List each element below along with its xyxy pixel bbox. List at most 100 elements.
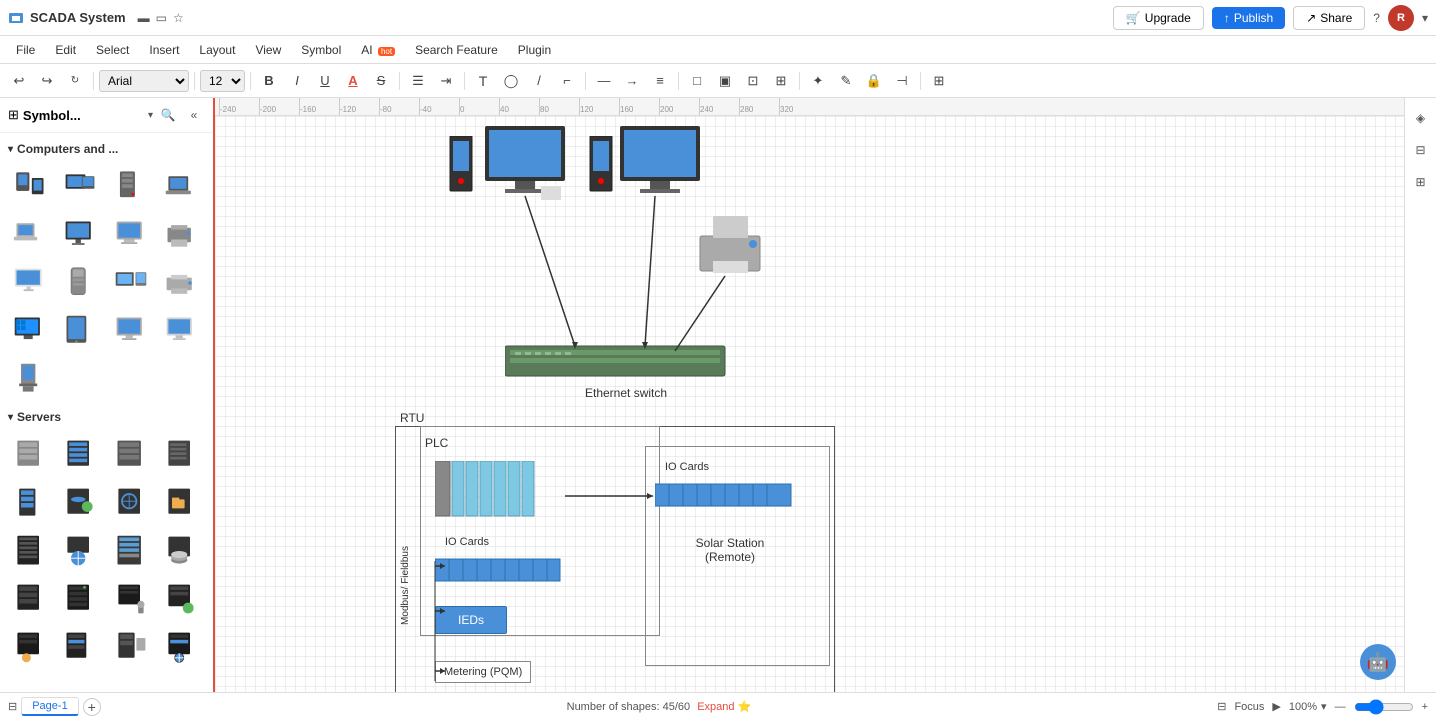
symbol-server5[interactable]	[8, 481, 52, 525]
sidebar-search-button[interactable]: 🔍	[157, 104, 179, 126]
zoom-in-button[interactable]: +	[1422, 701, 1428, 713]
line-style-button[interactable]: —	[591, 68, 617, 94]
zoom-out-button[interactable]: —	[1335, 701, 1346, 713]
right-components-button[interactable]: ⊞	[1409, 170, 1433, 194]
symbol-imac[interactable]	[8, 261, 52, 305]
sidebar-close-button[interactable]: «	[183, 104, 205, 126]
symbol-mac-pro[interactable]	[58, 261, 102, 305]
section-servers[interactable]: ▾ Servers	[0, 405, 213, 429]
symbol-monitor2[interactable]	[109, 309, 153, 353]
avatar[interactable]: R	[1388, 5, 1414, 31]
symbol-server3[interactable]	[109, 433, 153, 477]
pen-button[interactable]: /	[526, 68, 552, 94]
symbol-server-tower[interactable]	[109, 165, 153, 209]
symbol-server-dark4[interactable]	[159, 577, 203, 621]
italic-button[interactable]: I	[284, 68, 310, 94]
publish-button[interactable]: ↑ Publish	[1212, 7, 1285, 29]
indent-button[interactable]: ⇥	[433, 68, 459, 94]
eraser-button[interactable]: ◯	[498, 68, 524, 94]
menu-plugin[interactable]: Plugin	[510, 40, 559, 60]
pin-icon[interactable]: ☆	[173, 11, 184, 25]
redo-button[interactable]: ↪	[34, 68, 60, 94]
symbol-server-orange[interactable]	[8, 625, 52, 669]
symbol-server-db[interactable]	[58, 481, 102, 525]
symbol-server-db2[interactable]	[159, 529, 203, 573]
share-button[interactable]: ↗ Share	[1293, 6, 1365, 30]
menu-view[interactable]: View	[247, 40, 289, 60]
symbol-imac2[interactable]	[159, 309, 203, 353]
zoom-slider[interactable]	[1354, 699, 1414, 715]
symbol-server4[interactable]	[159, 433, 203, 477]
symbol-server-dark1[interactable]	[8, 577, 52, 621]
menu-layout[interactable]: Layout	[191, 40, 243, 60]
symbol-monitor[interactable]	[58, 213, 102, 257]
expand-link[interactable]: Expand	[697, 701, 734, 713]
redo2-button[interactable]: ↻	[62, 68, 88, 94]
symbol-server-web[interactable]	[109, 481, 153, 525]
edit-shape-button[interactable]: ✎	[833, 68, 859, 94]
minimize-icon[interactable]: ▬	[138, 11, 150, 25]
menu-select[interactable]: Select	[88, 40, 137, 60]
symbol-laptop2[interactable]	[8, 213, 52, 257]
maximize-icon[interactable]: ▭	[156, 11, 167, 25]
line-width-button[interactable]: ≡	[647, 68, 673, 94]
symbol-server-mixed[interactable]	[58, 625, 102, 669]
font-color-button[interactable]: A	[340, 68, 366, 94]
sparkle-button[interactable]: ✦	[805, 68, 831, 94]
focus-button[interactable]: Focus	[1234, 701, 1264, 713]
upgrade-button[interactable]: 🛒 Upgrade	[1113, 6, 1204, 30]
toggle-panel-button[interactable]: ⊟	[8, 700, 17, 713]
symbol-printer[interactable]	[159, 213, 203, 257]
menu-ai[interactable]: AI hot	[353, 40, 403, 60]
menu-symbol[interactable]: Symbol	[293, 40, 349, 60]
underline-button[interactable]: U	[312, 68, 338, 94]
align-button[interactable]: ☰	[405, 68, 431, 94]
symbol-printer2[interactable]	[159, 261, 203, 305]
symbol-desktop[interactable]	[58, 165, 102, 209]
lock-button[interactable]: 🔒	[861, 68, 887, 94]
zoom-chevron[interactable]: ▾	[1321, 700, 1327, 713]
right-layers-button[interactable]: ⊟	[1409, 138, 1433, 162]
menu-edit[interactable]: Edit	[47, 40, 84, 60]
crop-button[interactable]: ⊡	[740, 68, 766, 94]
menu-file[interactable]: File	[8, 40, 43, 60]
symbol-mac[interactable]	[109, 213, 153, 257]
add-page-button[interactable]: +	[83, 698, 101, 716]
section-computers[interactable]: ▾ Computers and ...	[0, 137, 213, 161]
layers-bottom-button[interactable]: ⊟	[1217, 700, 1226, 713]
symbol-server-net[interactable]	[159, 625, 203, 669]
connector-button[interactable]: ⌐	[554, 68, 580, 94]
account-chevron[interactable]: ▾	[1422, 11, 1428, 25]
bold-button[interactable]: B	[256, 68, 282, 94]
symbol-winpc[interactable]	[8, 309, 52, 353]
shadow-button[interactable]: ▣	[712, 68, 738, 94]
symbol-server-rack[interactable]	[8, 529, 52, 573]
chatbot-button[interactable]: 🤖	[1360, 644, 1396, 680]
symbol-kiosk[interactable]	[8, 357, 52, 401]
table-button[interactable]: ⊞	[926, 68, 952, 94]
symbol-server-globe[interactable]	[58, 529, 102, 573]
symbol-server-folder[interactable]	[159, 481, 203, 525]
symbol-tablet[interactable]	[58, 309, 102, 353]
menu-search-feature[interactable]: Search Feature	[407, 40, 506, 60]
symbol-server-pc[interactable]	[109, 625, 153, 669]
strikethrough-button[interactable]: S	[368, 68, 394, 94]
play-button[interactable]: ▶	[1272, 700, 1280, 713]
shape-button[interactable]: □	[684, 68, 710, 94]
undo-button[interactable]: ↩	[6, 68, 32, 94]
symbol-tower-pc[interactable]	[8, 165, 52, 209]
arrow-button[interactable]: →	[619, 68, 645, 94]
symbol-laptop[interactable]	[159, 165, 203, 209]
arrange-button[interactable]: ⊞	[768, 68, 794, 94]
canvas-scroll[interactable]: Ethernet switch RTU	[215, 116, 1404, 692]
right-format-button[interactable]: ◈	[1409, 106, 1433, 130]
menu-insert[interactable]: Insert	[141, 40, 187, 60]
font-family-select[interactable]: Arial	[99, 70, 189, 92]
symbol-desktop2[interactable]	[109, 261, 153, 305]
help-button[interactable]: ?	[1373, 11, 1380, 25]
canvas[interactable]: Ethernet switch RTU	[215, 116, 1404, 692]
symbol-server-rack2[interactable]	[109, 529, 153, 573]
symbol-server-dark3[interactable]	[109, 577, 153, 621]
font-size-select[interactable]: 12	[200, 70, 245, 92]
symbol-server1[interactable]	[8, 433, 52, 477]
